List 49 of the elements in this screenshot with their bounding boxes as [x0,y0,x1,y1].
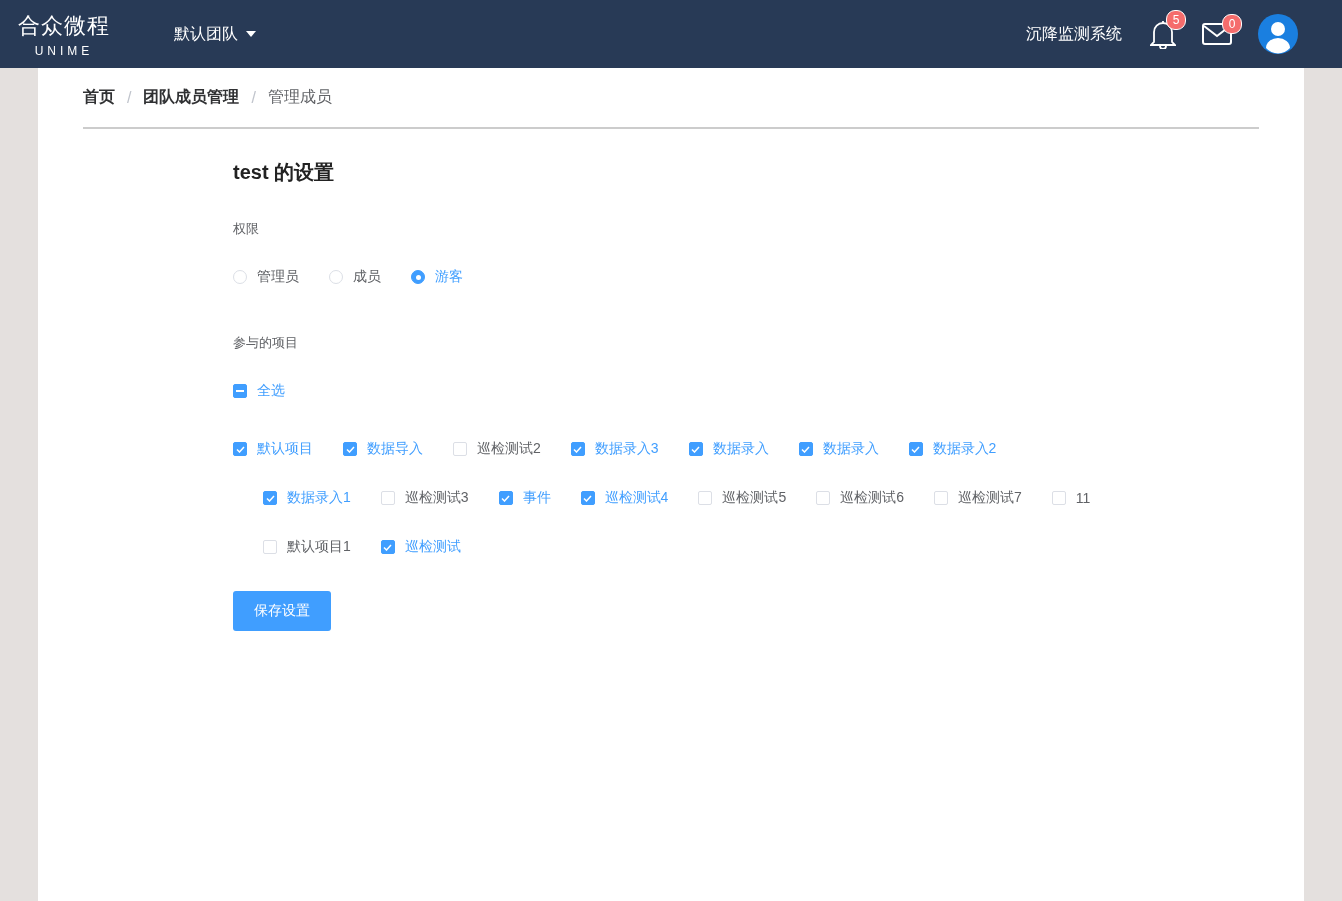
checkbox-label: 默认项目 [257,440,313,458]
checkbox[interactable] [498,491,513,505]
checkbox[interactable] [908,442,923,456]
checkbox[interactable] [380,540,395,554]
checkbox-label: 巡检测试4 [604,489,669,507]
breadcrumb-item[interactable]: 首页 [83,87,115,108]
message-badge: 0 [1222,14,1242,34]
checkbox-label: 巡检测试6 [840,489,904,507]
breadcrumb-item: 管理成员 [267,87,332,107]
notification-badge: 5 [1166,10,1186,30]
checkbox-label: 巡检测试2 [477,440,541,458]
checkbox-label: 全选 [257,382,285,400]
checkbox[interactable] [688,442,703,456]
system-name: 沉降监测系统 [1026,23,1122,44]
checkbox-label: 数据导入 [367,440,423,458]
breadcrumb-separator: / [251,88,256,107]
checkbox-label: 巡检测试5 [722,489,787,507]
checkbox-label: 巡检测试7 [958,489,1022,507]
checkbox[interactable] [233,384,247,398]
checkbox[interactable] [570,442,585,456]
caret-icon [246,31,256,37]
checkbox-label: 数据录入 [712,440,769,458]
radio-label: 游客 [435,268,463,286]
logo-subtitle: UNIME [34,43,94,58]
avatar-icon[interactable] [1258,14,1298,54]
radio-label: 成员 [353,268,381,286]
checkbox-label: 巡检测试 [404,538,461,556]
page-title: test 的设置 [233,160,336,185]
logo-title: 合众微程 [18,11,110,40]
checkbox[interactable] [343,442,357,456]
checkbox[interactable] [798,442,813,456]
checkbox-label: 巡检测试3 [404,489,469,507]
checkbox[interactable] [233,442,247,456]
checkbox-label: 数据录入 [822,440,879,458]
checkbox-label: 11 [1075,490,1091,506]
checkbox-label: 数据录入1 [287,489,351,507]
section-label: 权限 [233,220,260,238]
breadcrumb-item[interactable]: 团队成员管理 [143,87,240,108]
checkbox[interactable] [263,491,277,505]
breadcrumb-separator: / [127,88,132,107]
section-label: 参与的项目 [233,334,299,352]
radio-label: 管理员 [257,268,299,286]
checkbox[interactable] [580,491,595,505]
checkbox-label: 数据录入2 [932,440,997,458]
radio-button[interactable] [411,270,425,284]
team-dropdown[interactable]: 默认团队 [174,23,256,45]
checkbox-label: 事件 [522,489,551,507]
checkbox-label: 数据录入3 [594,440,659,458]
checkbox-label: 默认项目1 [287,538,351,556]
